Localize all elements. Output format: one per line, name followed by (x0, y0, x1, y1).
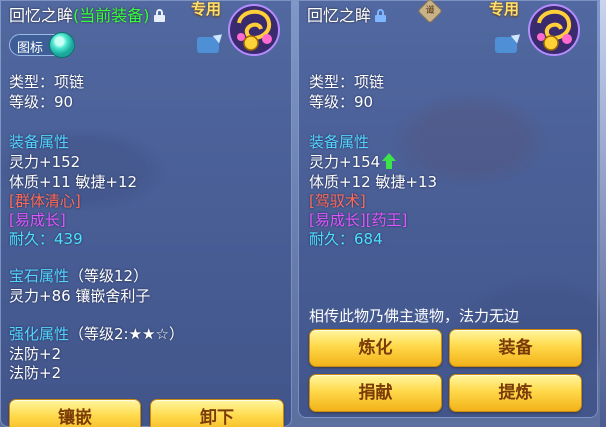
attr-line-with-arrow: 灵力+154 (309, 151, 397, 172)
lock-icon[interactable] (375, 9, 387, 22)
attr-line: 体质+12 敏捷+13 (309, 173, 438, 191)
special-skill: [驾驭术] (309, 192, 366, 210)
item-name: 回忆之眸 (9, 6, 74, 25)
attr-line: 灵力+154 (309, 153, 381, 171)
item-title: 回忆之眸 (307, 2, 387, 26)
item-level: 等级：90 (309, 93, 374, 111)
necklace-icon (528, 4, 580, 56)
item-title: 回忆之眸(当前装备) (9, 2, 165, 26)
gem-level: （等级12） (69, 267, 149, 285)
necklace-icon (228, 4, 280, 56)
item-level: 等级：90 (9, 93, 74, 111)
exclusive-label: 专用 (191, 0, 222, 18)
exclusive-label: 专用 (489, 0, 520, 18)
item-name: 回忆之眸 (307, 6, 372, 25)
seal-icon[interactable]: 谶 (417, 0, 443, 24)
equipped-item-panel: 回忆之眸(当前装备) 专用 图标 类型：项链 等级：90 装备属性 灵力+152… (0, 0, 292, 427)
icon-toggle[interactable]: 图标 (9, 32, 75, 58)
gem-section: 宝石属性（等级12） (9, 265, 148, 286)
enhance-section: 强化属性（等级2:★★☆） (9, 323, 184, 344)
toggle-knob-icon (49, 32, 75, 58)
equip-button[interactable]: 装备 (449, 329, 582, 367)
durability: 耐久：684 (309, 230, 383, 248)
attr-header: 装备属性 (309, 133, 370, 151)
enhance-header: 强化属性 (9, 325, 70, 343)
special-skill: [群体清心] (9, 192, 81, 210)
arrow-up-icon (382, 153, 397, 169)
item-type: 类型：项链 (9, 73, 85, 91)
lock-icon[interactable] (153, 9, 165, 22)
share-icon[interactable] (495, 37, 517, 53)
attr-line: 体质+11 敏捷+12 (9, 173, 138, 191)
extract-button[interactable]: 提炼 (449, 374, 582, 412)
donate-button[interactable]: 捐献 (309, 374, 442, 412)
enhance-line: 法防+2 (9, 364, 62, 382)
enhance-line: 法防+2 (9, 345, 62, 363)
unequip-button[interactable]: 卸下 (150, 399, 284, 427)
enhance-level: （等级2:★★☆） (69, 325, 184, 343)
share-icon[interactable] (197, 37, 219, 53)
effect-line: [易成长] (9, 211, 66, 229)
side-scroll-edge (600, 0, 606, 427)
current-equip-tag: (当前装备) (73, 6, 150, 25)
compare-item-panel: 回忆之眸 谶 专用 类型：项链 等级：90 装备属性 灵力+154 体质+12 … (298, 0, 598, 418)
durability: 耐久：439 (9, 230, 83, 248)
gem-line: 灵力+86 镶嵌舍利子 (9, 287, 151, 305)
refine-button[interactable]: 炼化 (309, 329, 442, 367)
attr-line: 灵力+152 (9, 153, 81, 171)
item-type: 类型：项链 (309, 73, 385, 91)
seal-label: 谶 (425, 5, 435, 16)
icon-toggle-label: 图标 (17, 41, 44, 56)
attr-header: 装备属性 (9, 133, 70, 151)
item-description: 相传此物乃佛主遗物，法力无边 (309, 307, 520, 325)
inlay-button[interactable]: 镶嵌 (9, 399, 141, 427)
gem-header: 宝石属性 (9, 267, 70, 285)
effect-line: [易成长][药王] (309, 211, 408, 229)
